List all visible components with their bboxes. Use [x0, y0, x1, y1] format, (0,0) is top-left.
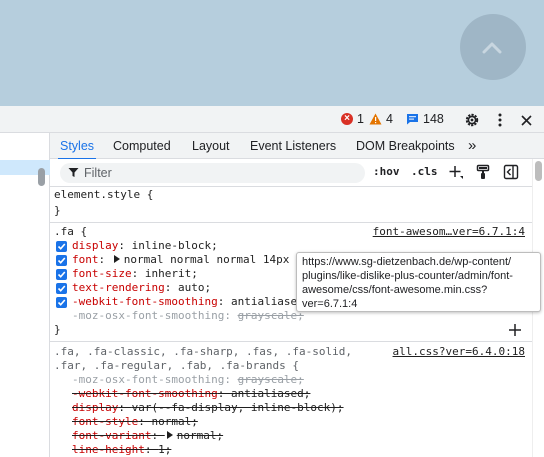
tooltip-line: plugins/like-dislike-plus-counter/admin/…	[302, 270, 513, 282]
rule-divider	[50, 341, 532, 342]
checkbox-icon[interactable]	[56, 255, 67, 266]
declaration-webkit-font-smoothing[interactable]: -webkit-font-smoothing: antialiased;	[72, 387, 310, 401]
page-viewport	[0, 0, 544, 106]
element-style-close: }	[54, 204, 61, 217]
declaration-display[interactable]: display: inline-block;	[72, 239, 218, 253]
elements-panel	[0, 133, 50, 457]
message-count[interactable]: 148	[406, 112, 444, 126]
expand-triangle-icon[interactable]	[166, 431, 173, 439]
fa-classic-selector-line2[interactable]: .far, .fa-regular, .fab, .fa-brands {	[54, 359, 299, 373]
fa-rule-source-link[interactable]: font-awesom…ver=6.7.1:4	[373, 225, 525, 238]
tab-computed[interactable]: Computed	[113, 133, 171, 159]
add-icon[interactable]	[448, 164, 464, 180]
gear-icon	[465, 113, 479, 127]
declaration-text-rendering[interactable]: text-rendering: auto;	[72, 281, 211, 295]
sidebar-toggle-icon[interactable]	[503, 164, 519, 180]
rule-divider	[50, 222, 532, 223]
error-count[interactable]: × 1	[341, 112, 364, 126]
close-icon	[520, 114, 532, 126]
close-devtools-button[interactable]	[516, 110, 536, 130]
paint-brush-icon[interactable]	[475, 164, 491, 180]
more-options-button[interactable]	[490, 110, 510, 130]
declaration-moz-osx-font-smoothing[interactable]: -moz-osx-font-smoothing: grayscale;	[72, 373, 304, 387]
fa-classic-source-link[interactable]: all.css?ver=6.4.0:18	[393, 345, 525, 358]
checkbox-icon[interactable]	[56, 241, 67, 252]
scroll-to-top-button[interactable]	[460, 14, 526, 80]
declaration-line-height[interactable]: line-height: 1;	[72, 443, 171, 457]
elements-scrollbar[interactable]	[38, 168, 45, 186]
tooltip-line: awesome/css/font-awesome.min.css?	[302, 284, 488, 296]
fa-rule-selector[interactable]: .fa {	[54, 225, 87, 239]
chevron-up-icon	[482, 42, 502, 54]
declaration-font-variant[interactable]: font-variant: normal;	[72, 429, 223, 443]
settings-button[interactable]	[462, 110, 482, 130]
tab-layout[interactable]: Layout	[192, 133, 230, 159]
checkbox-icon[interactable]	[56, 297, 67, 308]
warning-icon	[369, 113, 382, 125]
styles-toolbar: Filter :hov .cls	[50, 159, 544, 187]
tooltip-line: ver=6.7.1:4	[302, 298, 358, 310]
warning-count[interactable]: 4	[369, 112, 393, 126]
more-vert-icon	[498, 113, 502, 127]
tab-dom-breakpoints[interactable]: DOM Breakpoints	[356, 133, 455, 159]
checkbox-icon[interactable]	[56, 283, 67, 294]
sidebar-tabs: Styles Computed Layout Event Listeners D…	[50, 133, 544, 160]
expand-triangle-icon[interactable]	[113, 255, 120, 263]
hover-state-button[interactable]: :hov	[373, 165, 400, 178]
source-url-tooltip: https://www.sg-dietzenbach.de/wp-content…	[296, 252, 541, 312]
declaration-display[interactable]: display: var(--fa-display, inline-block)…	[72, 401, 344, 415]
element-style-selector[interactable]: element.style {	[54, 188, 153, 202]
message-icon	[407, 114, 418, 125]
fa-rule-close: }	[54, 323, 61, 336]
class-toggle-button[interactable]: .cls	[411, 165, 438, 178]
filter-placeholder: Filter	[84, 166, 112, 180]
tab-styles[interactable]: Styles	[57, 133, 97, 160]
devtools-toolbar: × 1 4 148	[0, 106, 544, 133]
filter-icon	[68, 168, 79, 177]
styles-pane: element.style { } .fa { font-awesom…ver=…	[50, 187, 532, 457]
declaration-font[interactable]: font: normal normal normal 14px	[72, 253, 289, 267]
tab-event-listeners[interactable]: Event Listeners	[250, 133, 336, 159]
tooltip-line: https://www.sg-dietzenbach.de/wp-content…	[302, 256, 512, 268]
checkbox-icon[interactable]	[56, 269, 67, 280]
filter-input[interactable]: Filter	[60, 163, 365, 183]
declaration-webkit-font-smoothing[interactable]: -webkit-font-smoothing: antialiased	[72, 295, 304, 309]
declaration-font-style[interactable]: font-style: normal;	[72, 415, 198, 429]
more-tabs-chevron[interactable]: »	[468, 133, 476, 159]
declaration-font-size[interactable]: font-size: inherit;	[72, 267, 198, 281]
add-icon[interactable]	[508, 323, 522, 337]
declaration-moz-osx-font-smoothing[interactable]: -moz-osx-font-smoothing: grayscale;	[72, 309, 304, 323]
scrollbar-thumb[interactable]	[535, 161, 542, 181]
error-icon: ×	[341, 113, 353, 125]
fa-classic-selector-line1[interactable]: .fa, .fa-classic, .fa-sharp, .fas, .fa-s…	[54, 345, 352, 359]
